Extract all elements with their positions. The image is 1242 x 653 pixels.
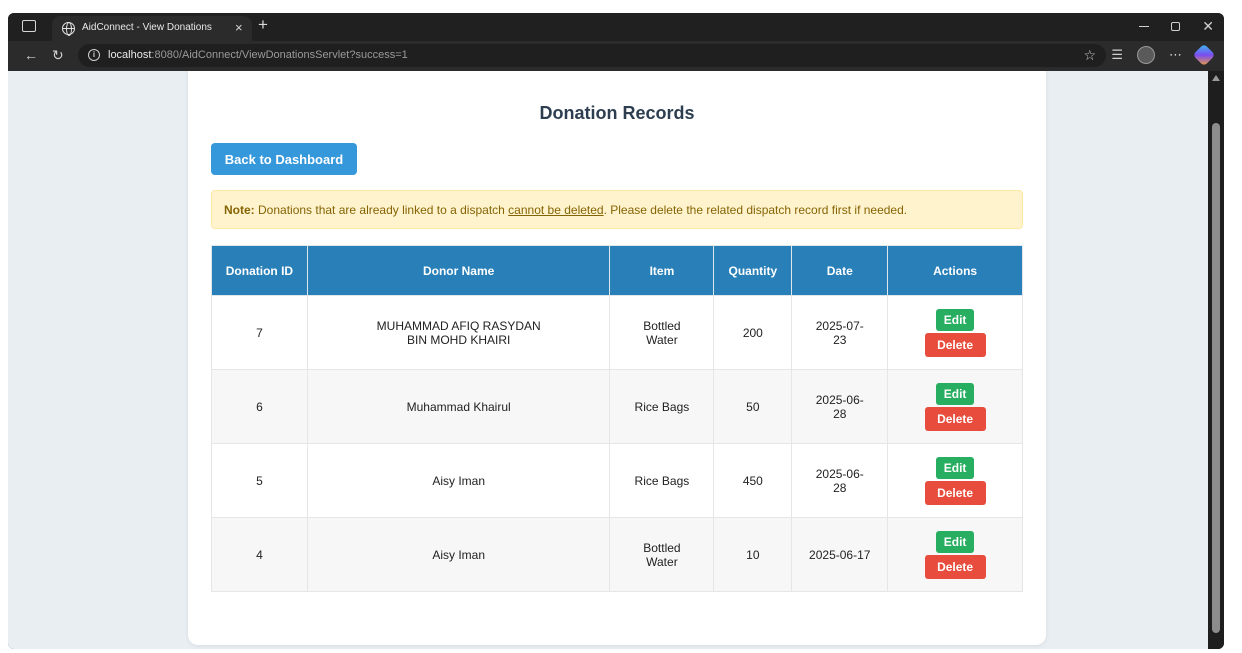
more-icon[interactable]: ⋯ — [1169, 47, 1182, 63]
tab-title: AidConnect - View Donations — [82, 22, 212, 33]
window-close-icon[interactable]: ✕ — [1202, 17, 1214, 35]
cell-actions: Edit Delete — [887, 517, 1023, 592]
cell-actions: Edit Delete — [887, 295, 1023, 370]
header-quantity: Quantity — [713, 245, 793, 296]
cell-item: Rice Bags — [609, 369, 715, 444]
tab-strip: AidConnect - View Donations × + ✕ — [8, 13, 1224, 41]
cell-id: 5 — [211, 443, 308, 518]
address-bar[interactable]: i localhost:8080/AidConnect/ViewDonation… — [78, 44, 1106, 67]
header-donation-id: Donation ID — [211, 245, 308, 296]
delete-button[interactable]: Delete — [924, 554, 986, 579]
table-row: 4 Aisy Iman Bottled Water 10 2025-06-17 … — [211, 517, 1023, 592]
cell-item: Rice Bags — [609, 443, 715, 518]
cell-id: 4 — [211, 517, 308, 592]
note-text-2: . Please delete the related dispatch rec… — [603, 203, 908, 217]
delete-button[interactable]: Delete — [924, 406, 986, 431]
navigation-bar: ← ↻ i localhost:8080/AidConnect/ViewDona… — [8, 41, 1224, 71]
cell-actions: Edit Delete — [887, 369, 1023, 444]
minimize-icon[interactable] — [1139, 26, 1150, 27]
table-row: 6 Muhammad Khairul Rice Bags 50 2025-06-… — [211, 369, 1023, 444]
edit-button[interactable]: Edit — [936, 530, 975, 553]
profile-icon[interactable] — [1137, 46, 1155, 64]
scroll-up-icon[interactable] — [1212, 75, 1220, 81]
cell-item: Bottled Water — [609, 517, 715, 592]
edit-button[interactable]: Edit — [936, 382, 975, 405]
favorites-icon[interactable]: ☰ — [1111, 47, 1123, 63]
tab-close-icon[interactable]: × — [235, 20, 243, 35]
header-actions: Actions — [887, 245, 1023, 296]
toolbar-right: ☰ ⋯ — [1111, 43, 1216, 67]
header-item: Item — [609, 245, 715, 296]
cell-date: 2025-06-28 — [791, 443, 889, 518]
back-to-dashboard-button[interactable]: Back to Dashboard — [211, 143, 357, 175]
content-card: Donation Records Back to Dashboard Note:… — [188, 71, 1046, 645]
edit-button[interactable]: Edit — [936, 456, 975, 479]
page-viewport: Donation Records Back to Dashboard Note:… — [8, 71, 1208, 649]
cell-quantity: 50 — [713, 369, 793, 444]
tab-view-donations[interactable]: AidConnect - View Donations × — [52, 16, 252, 41]
cell-quantity: 10 — [713, 517, 793, 592]
table-row: 5 Aisy Iman Rice Bags 450 2025-06-28 Edi… — [211, 443, 1023, 518]
url-text: localhost:8080/AidConnect/ViewDonationsS… — [108, 49, 408, 61]
back-icon[interactable]: ← — [24, 47, 38, 63]
table-row: 7 MUHAMMAD AFIQ RASYDAN BIN MOHD KHAIRI … — [211, 295, 1023, 370]
cell-date: 2025-06-28 — [791, 369, 889, 444]
note-alert: Note: Donations that are already linked … — [211, 190, 1023, 229]
info-icon[interactable]: i — [88, 49, 100, 61]
cell-donor: Muhammad Khairul — [306, 369, 611, 444]
header-donor-name: Donor Name — [306, 245, 611, 296]
cell-donor: MUHAMMAD AFIQ RASYDAN BIN MOHD KHAIRI — [306, 295, 611, 370]
note-text-1: Donations that are already linked to a d… — [254, 203, 509, 217]
new-tab-icon[interactable]: + — [258, 15, 268, 35]
scroll-thumb[interactable] — [1212, 123, 1220, 633]
cell-date: 2025-07-23 — [791, 295, 889, 370]
donations-table: Donation ID Donor Name Item Quantity Dat… — [211, 245, 1023, 592]
cell-donor: Aisy Iman — [306, 443, 611, 518]
url-path: :8080/AidConnect/ViewDonationsServlet?su… — [151, 49, 408, 61]
reload-icon[interactable]: ↻ — [52, 47, 64, 64]
table-header-row: Donation ID Donor Name Item Quantity Dat… — [211, 245, 1023, 296]
browser-window: AidConnect - View Donations × + ✕ ← ↻ i … — [8, 13, 1224, 649]
note-emphasis: cannot be deleted — [508, 203, 604, 217]
cell-date: 2025-06-17 — [791, 517, 889, 592]
header-date: Date — [791, 245, 889, 296]
cell-actions: Edit Delete — [887, 443, 1023, 518]
copilot-icon[interactable] — [1192, 43, 1216, 67]
cell-quantity: 450 — [713, 443, 793, 518]
cell-id: 7 — [211, 295, 308, 370]
edit-button[interactable]: Edit — [936, 308, 975, 331]
delete-button[interactable]: Delete — [924, 480, 986, 505]
cell-donor: Aisy Iman — [306, 517, 611, 592]
tab-actions-icon[interactable] — [22, 20, 36, 32]
maximize-icon[interactable] — [1171, 22, 1181, 31]
star-icon[interactable]: ☆ — [1083, 47, 1096, 64]
cell-quantity: 200 — [713, 295, 793, 370]
cell-item: Bottled Water — [609, 295, 715, 370]
globe-icon — [62, 22, 75, 36]
page-title: Donation Records — [539, 103, 695, 123]
vertical-scrollbar[interactable] — [1208, 71, 1224, 649]
cell-id: 6 — [211, 369, 308, 444]
url-host: localhost — [108, 49, 152, 61]
note-label: Note: — [224, 203, 255, 217]
delete-button[interactable]: Delete — [924, 332, 986, 357]
window-controls: ✕ — [1139, 17, 1214, 35]
